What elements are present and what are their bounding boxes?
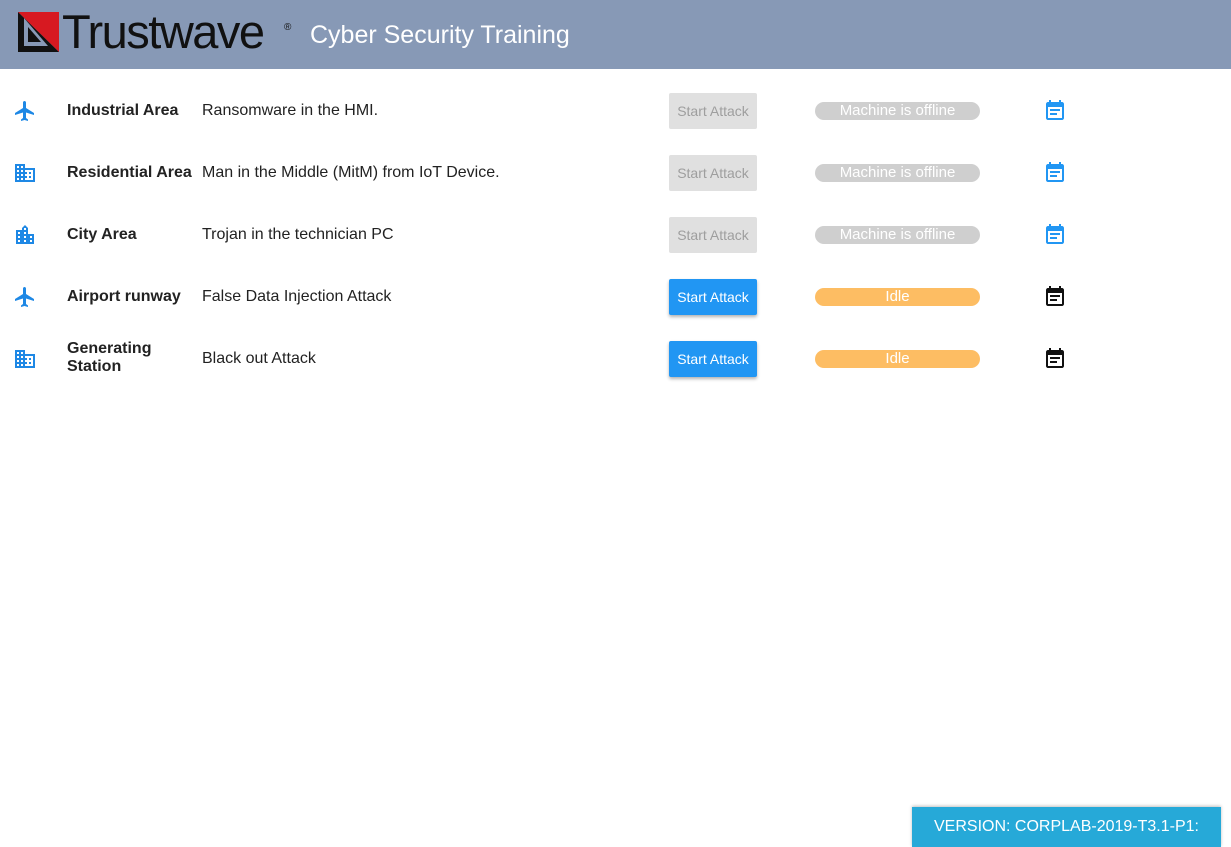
calendar-icon[interactable] [1043,223,1067,247]
status-badge: Idle [815,350,980,368]
app-title: Cyber Security Training [310,21,570,49]
scenario-description: Black out Attack [202,350,316,367]
status-badge: Machine is offline [815,102,980,120]
calendar-icon[interactable] [1043,285,1067,309]
building-icon [15,164,35,182]
scenario-description: False Data Injection Attack [202,288,392,305]
airplane-icon [15,101,34,121]
start-attack-button[interactable]: Start Attack [669,279,757,315]
scenario-row: Generating Station Black out Attack Start … [0,328,1231,390]
status-badge: Idle [815,288,980,306]
scenario-area-name: Airport runway [67,288,181,305]
scenario-row: Residential Area Man in the Middle (MitM)… [0,142,1231,204]
scenario-row: Industrial Area Ransomware in the HMI. Sta… [0,80,1231,142]
city-icon [16,225,34,244]
scenario-area-name: Industrial Area [67,102,179,119]
status-badge: Machine is offline [815,164,980,182]
scenario-description: Trojan in the technician PC [202,226,394,243]
scenario-area-name: Residential Area [67,164,192,181]
calendar-icon[interactable] [1043,99,1067,123]
scenario-area-name: Generating Station [67,340,152,375]
scenario-row: City Area Trojan in the technician PC Star… [0,204,1231,266]
brand-name: Trustwave [62,5,265,58]
start-attack-button[interactable]: Start Attack [669,155,757,191]
calendar-icon[interactable] [1043,347,1067,371]
start-attack-button[interactable]: Start Attack [669,217,757,253]
scenario-area-name: City Area [67,226,137,243]
scenario-description: Ransomware in the HMI. [202,102,379,119]
start-attack-button[interactable]: Start Attack [669,341,757,377]
scenario-description: Man in the Middle (MitM) from IoT Device… [202,164,500,181]
status-badge: Machine is offline [815,226,980,244]
start-attack-button[interactable]: Start Attack [669,93,757,129]
building-icon [15,350,35,368]
scenario-row: Airport runway False Data Injection Attac… [0,266,1231,328]
version-bar: VERSION: CORPLAB-2019-T3.1-P1: [912,807,1221,847]
calendar-icon[interactable] [1043,161,1067,185]
app-header: Trustwave ® Cyber Security Training [0,0,1231,69]
registered-mark: ® [284,22,292,33]
trustwave-logo-icon [18,12,59,52]
airplane-icon [15,287,34,307]
